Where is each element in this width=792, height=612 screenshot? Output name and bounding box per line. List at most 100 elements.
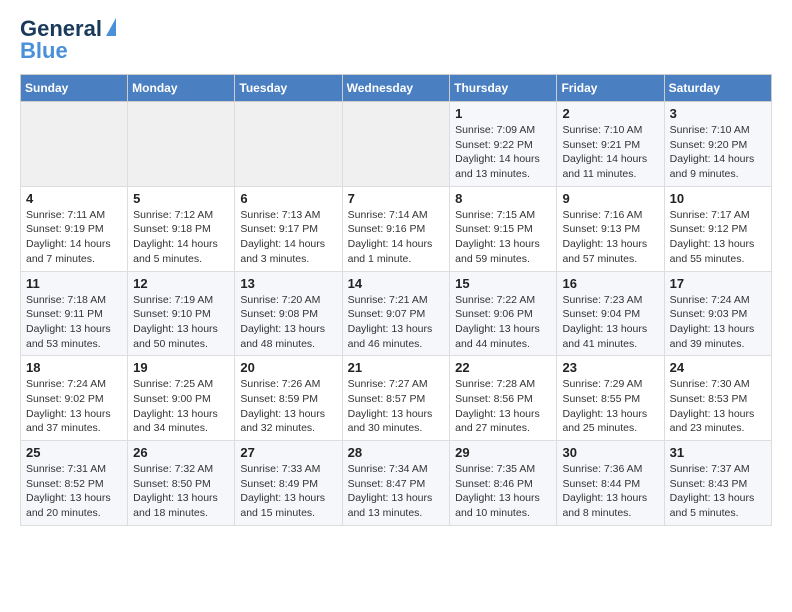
day-number: 24 [670, 360, 766, 375]
weekday-header-sunday: Sunday [21, 75, 128, 102]
calendar-cell: 14 Sunrise: 7:21 AM Sunset: 9:07 PM Dayli… [342, 271, 450, 356]
day-info: Sunrise: 7:09 AM Sunset: 9:22 PM Dayligh… [455, 123, 551, 182]
calendar-cell: 26 Sunrise: 7:32 AM Sunset: 8:50 PM Dayli… [128, 441, 235, 526]
day-info: Sunrise: 7:21 AM Sunset: 9:07 PM Dayligh… [348, 293, 445, 352]
day-number: 15 [455, 276, 551, 291]
calendar-cell: 27 Sunrise: 7:33 AM Sunset: 8:49 PM Dayli… [235, 441, 342, 526]
day-number: 22 [455, 360, 551, 375]
day-info: Sunrise: 7:32 AM Sunset: 8:50 PM Dayligh… [133, 462, 229, 521]
calendar-cell: 25Sunrise: 7:31 AM Sunset: 8:52 PM Dayli… [21, 441, 128, 526]
page-header: General Blue [20, 16, 772, 64]
day-number: 12 [133, 276, 229, 291]
day-number: 2 [562, 106, 658, 121]
calendar-week-5: 25Sunrise: 7:31 AM Sunset: 8:52 PM Dayli… [21, 441, 772, 526]
day-info: Sunrise: 7:30 AM Sunset: 8:53 PM Dayligh… [670, 377, 766, 436]
calendar-cell [235, 102, 342, 187]
calendar-week-2: 4 Sunrise: 7:11 AM Sunset: 9:19 PM Daylig… [21, 186, 772, 271]
calendar-cell: 13Sunrise: 7:20 AM Sunset: 9:08 PM Dayli… [235, 271, 342, 356]
weekday-header-row: SundayMondayTuesdayWednesdayThursdayFrid… [21, 75, 772, 102]
day-info: Sunrise: 7:28 AM Sunset: 8:56 PM Dayligh… [455, 377, 551, 436]
calendar-cell: 31 Sunrise: 7:37 AM Sunset: 8:43 PM Dayli… [664, 441, 771, 526]
day-info: Sunrise: 7:24 AM Sunset: 9:02 PM Dayligh… [26, 377, 122, 436]
day-number: 5 [133, 191, 229, 206]
calendar-cell: 3 Sunrise: 7:10 AM Sunset: 9:20 PM Daylig… [664, 102, 771, 187]
day-info: Sunrise: 7:34 AM Sunset: 8:47 PM Dayligh… [348, 462, 445, 521]
day-info: Sunrise: 7:17 AM Sunset: 9:12 PM Dayligh… [670, 208, 766, 267]
calendar-cell: 2 Sunrise: 7:10 AM Sunset: 9:21 PM Daylig… [557, 102, 664, 187]
calendar-cell: 23Sunrise: 7:29 AM Sunset: 8:55 PM Dayli… [557, 356, 664, 441]
day-number: 26 [133, 445, 229, 460]
day-number: 27 [240, 445, 336, 460]
day-number: 30 [562, 445, 658, 460]
weekday-header-monday: Monday [128, 75, 235, 102]
day-info: Sunrise: 7:10 AM Sunset: 9:21 PM Dayligh… [562, 123, 658, 182]
day-info: Sunrise: 7:11 AM Sunset: 9:19 PM Dayligh… [26, 208, 122, 267]
day-number: 10 [670, 191, 766, 206]
day-info: Sunrise: 7:36 AM Sunset: 8:44 PM Dayligh… [562, 462, 658, 521]
calendar-cell: 24 Sunrise: 7:30 AM Sunset: 8:53 PM Dayli… [664, 356, 771, 441]
calendar-cell: 19 Sunrise: 7:25 AM Sunset: 9:00 PM Dayli… [128, 356, 235, 441]
day-info: Sunrise: 7:15 AM Sunset: 9:15 PM Dayligh… [455, 208, 551, 267]
calendar-week-4: 18Sunrise: 7:24 AM Sunset: 9:02 PM Dayli… [21, 356, 772, 441]
day-number: 31 [670, 445, 766, 460]
day-info: Sunrise: 7:35 AM Sunset: 8:46 PM Dayligh… [455, 462, 551, 521]
calendar-cell: 30 Sunrise: 7:36 AM Sunset: 8:44 PM Dayli… [557, 441, 664, 526]
calendar-cell: 15Sunrise: 7:22 AM Sunset: 9:06 PM Dayli… [450, 271, 557, 356]
day-number: 13 [240, 276, 336, 291]
calendar-cell: 28 Sunrise: 7:34 AM Sunset: 8:47 PM Dayli… [342, 441, 450, 526]
day-number: 20 [240, 360, 336, 375]
day-number: 9 [562, 191, 658, 206]
day-number: 14 [348, 276, 445, 291]
day-number: 3 [670, 106, 766, 121]
calendar-cell: 6 Sunrise: 7:13 AM Sunset: 9:17 PM Daylig… [235, 186, 342, 271]
calendar-cell: 21 Sunrise: 7:27 AM Sunset: 8:57 PM Dayli… [342, 356, 450, 441]
calendar-cell: 22 Sunrise: 7:28 AM Sunset: 8:56 PM Dayli… [450, 356, 557, 441]
day-info: Sunrise: 7:19 AM Sunset: 9:10 PM Dayligh… [133, 293, 229, 352]
day-info: Sunrise: 7:37 AM Sunset: 8:43 PM Dayligh… [670, 462, 766, 521]
weekday-header-tuesday: Tuesday [235, 75, 342, 102]
day-number: 25 [26, 445, 122, 460]
day-number: 29 [455, 445, 551, 460]
day-number: 4 [26, 191, 122, 206]
day-number: 6 [240, 191, 336, 206]
calendar-cell [342, 102, 450, 187]
day-info: Sunrise: 7:10 AM Sunset: 9:20 PM Dayligh… [670, 123, 766, 182]
day-info: Sunrise: 7:14 AM Sunset: 9:16 PM Dayligh… [348, 208, 445, 267]
calendar-cell: 8 Sunrise: 7:15 AM Sunset: 9:15 PM Daylig… [450, 186, 557, 271]
day-info: Sunrise: 7:24 AM Sunset: 9:03 PM Dayligh… [670, 293, 766, 352]
day-info: Sunrise: 7:27 AM Sunset: 8:57 PM Dayligh… [348, 377, 445, 436]
day-info: Sunrise: 7:26 AM Sunset: 8:59 PM Dayligh… [240, 377, 336, 436]
calendar-cell [21, 102, 128, 187]
calendar-cell: 10 Sunrise: 7:17 AM Sunset: 9:12 PM Dayli… [664, 186, 771, 271]
calendar-week-3: 11Sunrise: 7:18 AM Sunset: 9:11 PM Dayli… [21, 271, 772, 356]
calendar-cell: 16 Sunrise: 7:23 AM Sunset: 9:04 PM Dayli… [557, 271, 664, 356]
day-number: 11 [26, 276, 122, 291]
day-info: Sunrise: 7:25 AM Sunset: 9:00 PM Dayligh… [133, 377, 229, 436]
day-info: Sunrise: 7:13 AM Sunset: 9:17 PM Dayligh… [240, 208, 336, 267]
day-number: 8 [455, 191, 551, 206]
calendar-cell: 29 Sunrise: 7:35 AM Sunset: 8:46 PM Dayli… [450, 441, 557, 526]
day-info: Sunrise: 7:33 AM Sunset: 8:49 PM Dayligh… [240, 462, 336, 521]
calendar-week-1: 1 Sunrise: 7:09 AM Sunset: 9:22 PM Daylig… [21, 102, 772, 187]
calendar-table: SundayMondayTuesdayWednesdayThursdayFrid… [20, 74, 772, 526]
day-number: 19 [133, 360, 229, 375]
day-info: Sunrise: 7:23 AM Sunset: 9:04 PM Dayligh… [562, 293, 658, 352]
day-number: 7 [348, 191, 445, 206]
logo-triangle-icon [106, 18, 116, 36]
day-number: 21 [348, 360, 445, 375]
day-number: 16 [562, 276, 658, 291]
day-info: Sunrise: 7:16 AM Sunset: 9:13 PM Dayligh… [562, 208, 658, 267]
day-info: Sunrise: 7:12 AM Sunset: 9:18 PM Dayligh… [133, 208, 229, 267]
day-info: Sunrise: 7:29 AM Sunset: 8:55 PM Dayligh… [562, 377, 658, 436]
calendar-cell [128, 102, 235, 187]
day-number: 28 [348, 445, 445, 460]
calendar-cell: 17Sunrise: 7:24 AM Sunset: 9:03 PM Dayli… [664, 271, 771, 356]
calendar-cell: 20 Sunrise: 7:26 AM Sunset: 8:59 PM Dayli… [235, 356, 342, 441]
calendar-cell: 1 Sunrise: 7:09 AM Sunset: 9:22 PM Daylig… [450, 102, 557, 187]
logo-blue: Blue [20, 38, 116, 64]
logo: General Blue [20, 16, 116, 64]
weekday-header-friday: Friday [557, 75, 664, 102]
weekday-header-wednesday: Wednesday [342, 75, 450, 102]
calendar-cell: 11Sunrise: 7:18 AM Sunset: 9:11 PM Dayli… [21, 271, 128, 356]
day-number: 1 [455, 106, 551, 121]
